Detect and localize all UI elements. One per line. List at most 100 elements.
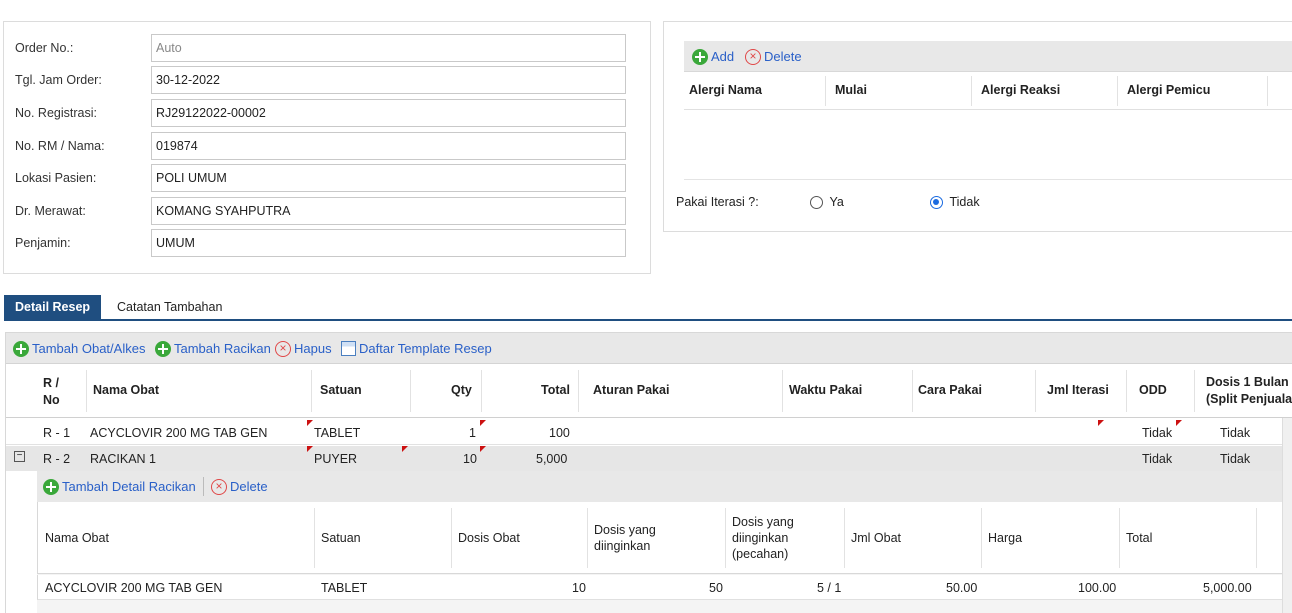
- tambah-racikan-label: Tambah Racikan: [174, 341, 271, 356]
- sub-col-nama-obat[interactable]: Nama Obat: [45, 530, 109, 546]
- row-no: R - 1: [43, 426, 71, 440]
- row-odd[interactable]: Tidak: [1142, 426, 1172, 440]
- tgl-jam-order-row: Tgl. Jam Order:: [15, 66, 635, 94]
- delete-allergy-button[interactable]: × Delete: [745, 41, 802, 72]
- tgl-jam-order-label: Tgl. Jam Order:: [15, 73, 102, 87]
- vertical-scrollbar[interactable]: [1282, 418, 1292, 613]
- col-separator: [912, 370, 913, 412]
- tab-catatan-tambahan[interactable]: Catatan Tambahan: [106, 295, 233, 321]
- col-jml-iterasi[interactable]: Jml Iterasi: [1047, 383, 1109, 397]
- col-qty[interactable]: Qty: [451, 383, 472, 397]
- hapus-label: Hapus: [294, 341, 332, 356]
- row-dosis[interactable]: Tidak: [1220, 426, 1250, 440]
- lokasi-pasien-input[interactable]: [151, 164, 626, 192]
- sub-col-jml-obat[interactable]: Jml Obat: [851, 530, 901, 546]
- row-satuan[interactable]: PUYER: [314, 452, 357, 466]
- tab-detail-resep[interactable]: Detail Resep: [4, 295, 102, 321]
- no-rm-nama-input[interactable]: [151, 132, 626, 160]
- tambah-obat-label: Tambah Obat/Alkes: [32, 341, 146, 356]
- radio-ya[interactable]: [810, 196, 823, 210]
- iterasi-tidak-option[interactable]: Tidak: [930, 195, 980, 210]
- sub-row-dosis-diinginkan[interactable]: 50: [709, 581, 723, 595]
- tambah-detail-racikan-button[interactable]: Tambah Detail Racikan: [43, 471, 196, 502]
- sub-col-total[interactable]: Total: [1126, 530, 1152, 546]
- delete-allergy-label: Delete: [764, 49, 802, 64]
- col-dosis-bulan[interactable]: Dosis 1 Bulan(Split Penjualan): [1206, 374, 1292, 408]
- table-row[interactable]: R - 2 RACIKAN 1 PUYER 10 5,000 Tidak Tid…: [6, 446, 1282, 471]
- col-separator: [1117, 76, 1118, 106]
- col-alergi-pemicu[interactable]: Alergi Pemicu: [1127, 83, 1210, 97]
- iterasi-ya-option[interactable]: Ya: [810, 195, 844, 210]
- col-mulai[interactable]: Mulai: [835, 83, 867, 97]
- no-rm-nama-row: No. RM / Nama:: [15, 132, 635, 160]
- hapus-button[interactable]: × Hapus: [275, 333, 332, 364]
- resep-toolbar: Tambah Obat/Alkes Tambah Racikan × Hapus…: [6, 333, 1292, 364]
- table-row[interactable]: R - 1 ACYCLOVIR 200 MG TAB GEN TABLET 1 …: [6, 420, 1282, 445]
- dirty-marker: [402, 446, 408, 452]
- col-satuan[interactable]: Satuan: [320, 383, 362, 397]
- row-satuan[interactable]: TABLET: [314, 426, 360, 440]
- col-alergi-reaksi[interactable]: Alergi Reaksi: [981, 83, 1060, 97]
- tgl-jam-order-input[interactable]: [151, 66, 626, 94]
- add-allergy-button[interactable]: Add: [692, 41, 734, 72]
- sub-col-harga[interactable]: Harga: [988, 530, 1022, 546]
- allergy-table-header: Alergi Nama Mulai Alergi Reaksi Alergi P…: [684, 72, 1292, 110]
- iterasi-label: Pakai Iterasi ?:: [676, 195, 759, 209]
- col-r-no[interactable]: R / No: [43, 375, 60, 409]
- no-registrasi-input[interactable]: [151, 99, 626, 127]
- col-cara-pakai[interactable]: Cara Pakai: [918, 383, 982, 397]
- delete-icon: ×: [745, 48, 761, 65]
- row-dosis[interactable]: Tidak: [1220, 452, 1250, 466]
- sub-row-harga: 100.00: [1078, 581, 1117, 595]
- dirty-marker: [1098, 420, 1104, 426]
- no-rm-nama-label: No. RM / Nama:: [15, 139, 105, 153]
- sub-col-dosis-obat[interactable]: Dosis Obat: [458, 530, 520, 546]
- racikan-toolbar: Tambah Detail Racikan × Delete: [37, 471, 1282, 502]
- col-separator: [1119, 508, 1120, 568]
- racikan-row[interactable]: ACYCLOVIR 200 MG TAB GEN TABLET 10 50 5 …: [37, 575, 1282, 600]
- col-total[interactable]: Total: [541, 383, 570, 397]
- sub-row-nama-obat[interactable]: ACYCLOVIR 200 MG TAB GEN: [45, 581, 222, 595]
- row-qty[interactable]: 10: [463, 452, 477, 466]
- dirty-marker: [480, 420, 486, 426]
- col-odd[interactable]: ODD: [1139, 383, 1167, 397]
- row-total: 5,000: [536, 452, 568, 466]
- order-no-input[interactable]: [151, 34, 626, 62]
- dirty-marker: [307, 420, 313, 426]
- sub-row-satuan: TABLET: [321, 581, 368, 595]
- sub-row-dosis-pecahan[interactable]: 5 / 1: [817, 581, 841, 595]
- delete-racikan-button[interactable]: × Delete: [211, 471, 268, 502]
- row-odd[interactable]: Tidak: [1142, 452, 1172, 466]
- dr-merawat-row: Dr. Merawat:: [15, 197, 635, 225]
- col-separator: [451, 508, 452, 568]
- col-separator: [314, 508, 315, 568]
- tambah-obat-button[interactable]: Tambah Obat/Alkes: [13, 333, 145, 364]
- penjamin-input[interactable]: [151, 229, 626, 257]
- sub-col-dosis-pecahan[interactable]: Dosis yang diinginkan (pecahan): [732, 514, 794, 562]
- col-separator: [1194, 370, 1195, 412]
- daftar-template-button[interactable]: Daftar Template Resep: [341, 333, 492, 364]
- dirty-marker: [480, 446, 486, 452]
- sub-col-satuan[interactable]: Satuan: [321, 530, 361, 546]
- sub-col-dosis-diinginkan[interactable]: Dosis yang diinginkan: [594, 522, 656, 554]
- col-nama-obat[interactable]: Nama Obat: [93, 383, 159, 397]
- row-qty[interactable]: 1: [469, 426, 476, 440]
- allergy-table-body: [684, 110, 1292, 180]
- sub-row-dosis-obat[interactable]: 10: [572, 581, 586, 595]
- row-nama-obat[interactable]: ACYCLOVIR 200 MG TAB GEN: [90, 426, 267, 440]
- collapse-icon[interactable]: −: [14, 451, 25, 462]
- allergy-toolbar: Add × Delete: [684, 41, 1292, 72]
- dr-merawat-input[interactable]: [151, 197, 626, 225]
- row-nama-obat[interactable]: RACIKAN 1: [90, 452, 156, 466]
- delete-icon: ×: [275, 340, 291, 357]
- col-alergi-nama[interactable]: Alergi Nama: [689, 83, 762, 97]
- col-separator: [1256, 508, 1257, 568]
- col-separator: [311, 370, 312, 412]
- col-aturan-pakai[interactable]: Aturan Pakai: [593, 383, 669, 397]
- penjamin-row: Penjamin:: [15, 229, 635, 257]
- tab-bar: Detail Resep Catatan Tambahan: [4, 295, 1292, 321]
- tambah-racikan-button[interactable]: Tambah Racikan: [155, 333, 271, 364]
- radio-tidak[interactable]: [930, 196, 943, 210]
- col-waktu-pakai[interactable]: Waktu Pakai: [789, 383, 862, 397]
- col-separator: [1035, 370, 1036, 412]
